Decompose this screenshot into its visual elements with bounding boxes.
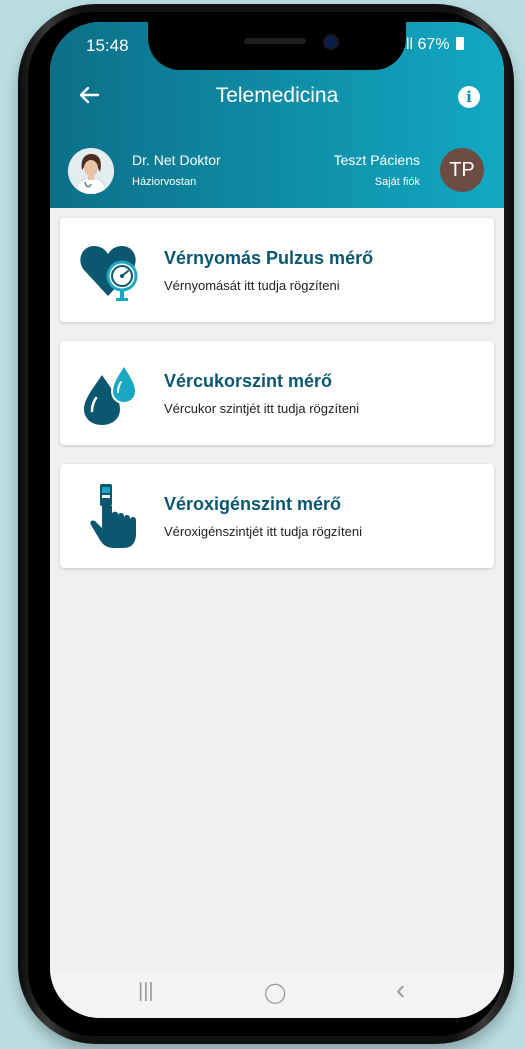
card-subtitle: Véroxigénszintjét itt tudja rögzíteni xyxy=(164,524,362,539)
card-subtitle: Vérnyomását itt tudja rögzíteni xyxy=(164,278,340,293)
patient-account-label: Saját fiók xyxy=(374,176,420,188)
heart-gauge-icon xyxy=(78,238,144,304)
card-title: Vérnyomás Pulzus mérő xyxy=(164,248,374,268)
status-indicators: ıll 67% xyxy=(402,36,464,54)
back-button[interactable]: ‹ xyxy=(396,974,405,1006)
battery-level: 67% xyxy=(417,36,450,53)
card-subtitle: Vércukor szintjét itt tudja rögzíteni xyxy=(164,401,360,416)
battery-icon xyxy=(456,37,464,50)
doctor-name: Dr. Net Doktor xyxy=(132,152,221,168)
blood-oxygen-card[interactable]: Véroxigénszint mérő Véroxigénszintjét it… xyxy=(60,464,494,568)
card-title: Véroxigénszint mérő xyxy=(164,494,342,514)
camera-notch xyxy=(148,22,406,70)
info-icon[interactable]: i xyxy=(458,86,480,108)
blood-sugar-card[interactable]: Vércukorszint mérő Vércukor szintjét itt… xyxy=(60,341,494,445)
speaker-grill xyxy=(244,38,306,44)
front-camera xyxy=(323,34,339,50)
blood-drop-icon xyxy=(78,361,144,427)
doctor-role: Háziorvostan xyxy=(132,176,197,188)
recents-button[interactable]: ||| xyxy=(138,980,154,1003)
app-screen: 15:48 ıll 67% Telemedicina i Dr. Net Dok… xyxy=(50,22,504,1018)
status-time: 15:48 xyxy=(86,36,129,55)
android-nav-bar: ||| ◯ ‹ xyxy=(50,970,504,1018)
patient-name: Teszt Páciens xyxy=(333,152,420,168)
doctor-avatar[interactable] xyxy=(68,148,114,194)
pulse-oximeter-icon xyxy=(78,484,144,550)
card-title: Vércukorszint mérő xyxy=(164,371,333,391)
home-button[interactable]: ◯ xyxy=(264,980,286,1005)
blood-pressure-card[interactable]: Vérnyomás Pulzus mérő Vérnyomását itt tu… xyxy=(60,218,494,322)
page-title: Telemedicina xyxy=(215,84,339,107)
patient-avatar[interactable]: TP xyxy=(440,148,484,192)
